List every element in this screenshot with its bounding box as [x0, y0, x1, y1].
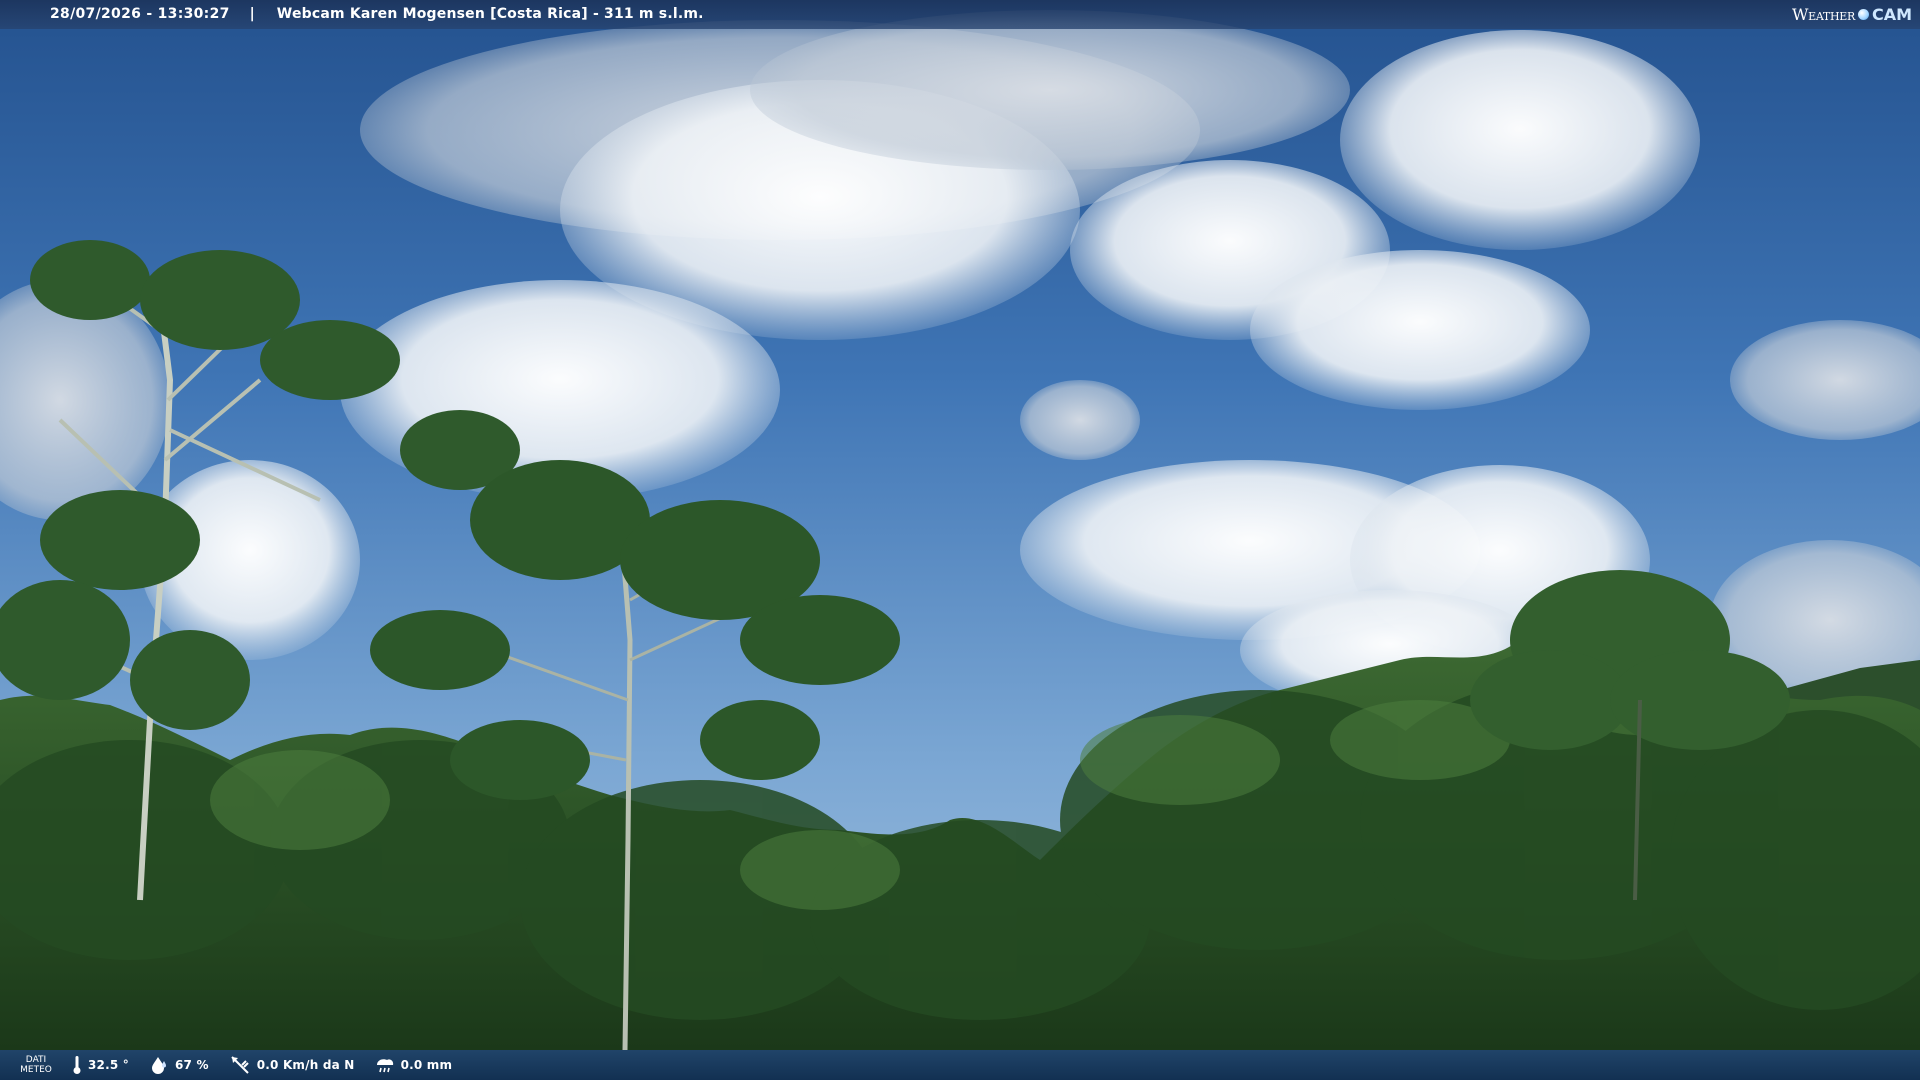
wind-metric: 0.0 Km/h da N — [229, 1055, 355, 1075]
rain-value: 0.0 mm — [400, 1058, 453, 1072]
header-separator: | — [249, 6, 255, 22]
dati-meteo-label: DATI METEO — [20, 1055, 52, 1075]
humidity-metric: 67 % — [149, 1056, 209, 1074]
weather-data-bar: DATI METEO 32.5 ° 67 % 0.0 Km/h da N 0.0 … — [0, 1050, 1920, 1080]
logo-cam-text: CAM — [1871, 5, 1912, 24]
wind-vane-icon — [230, 1056, 249, 1074]
humidity-icon — [152, 1057, 166, 1074]
temperature-value: 32.5 ° — [88, 1058, 129, 1072]
thermometer-icon — [73, 1056, 81, 1074]
rain-metric: 0.0 mm — [375, 1056, 453, 1074]
logo-dot-icon — [1857, 9, 1869, 20]
webcam-image — [0, 0, 1920, 1080]
temperature-metric: 32.5 ° — [72, 1055, 129, 1075]
humidity-value: 67 % — [175, 1058, 209, 1072]
logo-weather-text: Weather — [1791, 5, 1855, 24]
wind-value: 0.0 Km/h da N — [256, 1058, 355, 1072]
header-bar: 28/07/2026 - 13:30:27 | Webcam Karen Mog… — [0, 0, 1920, 29]
timestamp: 28/07/2026 - 13:30:27 — [50, 6, 230, 22]
rain-gauge-icon — [376, 1059, 393, 1073]
weathercam-logo: Weather CAM — [1786, 2, 1918, 27]
webcam-title: Webcam Karen Mogensen [Costa Rica] - 311… — [276, 6, 704, 22]
